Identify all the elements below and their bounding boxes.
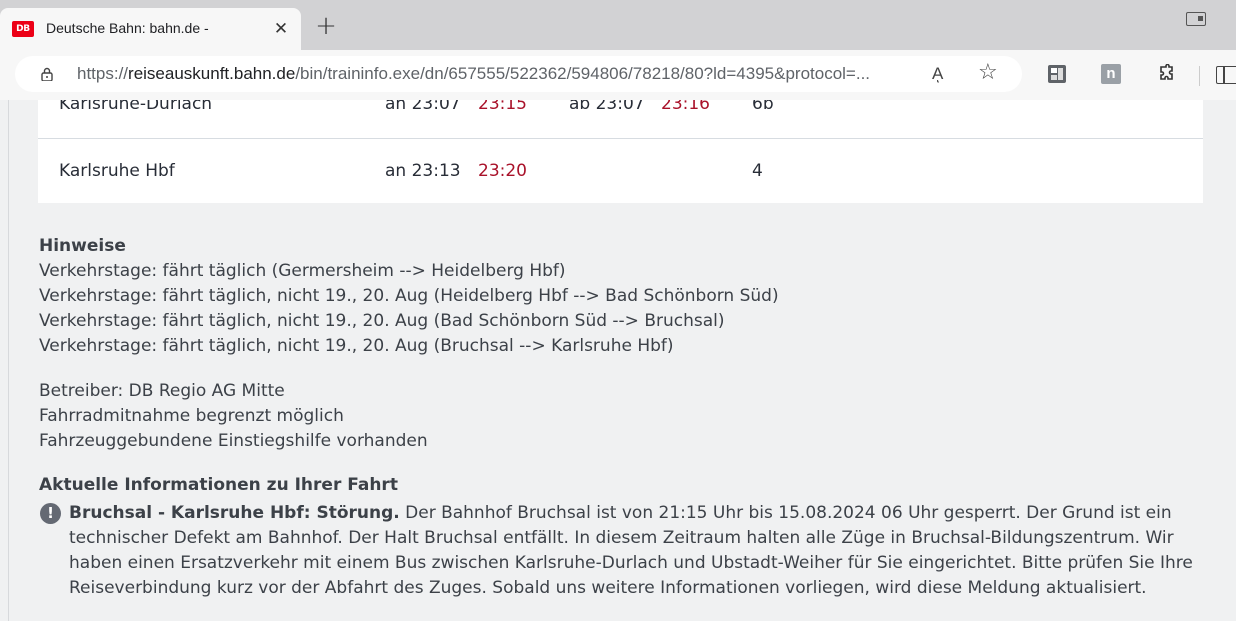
table-row: Karlsruhe-Durlach an 23:07 23:15 ab 23:0…: [38, 100, 1203, 138]
read-aloud-icon[interactable]: Aͅ: [932, 64, 943, 84]
operator-line: Fahrzeuggebundene Einstiegshilfe vorhand…: [39, 431, 428, 451]
extension-n-icon[interactable]: n: [1101, 64, 1121, 84]
alert-exclamation-icon: !: [40, 503, 61, 524]
close-tab-icon[interactable]: ✕: [270, 18, 292, 40]
address-bar[interactable]: https://reiseauskunft.bahn.de/bin/traini…: [15, 56, 1022, 92]
lock-icon[interactable]: [40, 67, 54, 81]
operator-line: Fahrradmitnahme begrenzt möglich: [39, 406, 344, 426]
arrival-realtime: 23:15: [478, 100, 527, 114]
tab-title: Deutsche Bahn: bahn.de -: [46, 20, 209, 36]
tab-strip: DB Deutsche Bahn: bahn.de - ✕ +: [0, 0, 1236, 50]
arrival-realtime: 23:20: [478, 161, 527, 181]
hints-section: Hinweise Verkehrstage: fährt täglich (Ge…: [39, 234, 779, 359]
current-info-heading: Aktuelle Informationen zu Ihrer Fahrt: [39, 475, 398, 495]
url-path: /bin/traininfo.exe/dn/657555/522362/5948…: [295, 64, 871, 83]
operator-line: Betreiber: DB Regio AG Mitte: [39, 381, 285, 401]
toolbar-divider: [1199, 66, 1200, 86]
stop-name: Karlsruhe-Durlach: [59, 100, 213, 114]
favorite-star-icon[interactable]: ☆: [978, 60, 998, 85]
browser-tab[interactable]: DB Deutsche Bahn: bahn.de - ✕: [0, 8, 301, 50]
url-domain: reiseauskunft.bahn.de: [128, 64, 296, 83]
alert-title: Bruchsal - Karlsruhe Hbf: Störung.: [69, 503, 400, 523]
hint-line: Verkehrstage: fährt täglich, nicht 19., …: [39, 311, 725, 331]
url-text[interactable]: https://reiseauskunft.bahn.de/bin/traini…: [77, 64, 912, 84]
hints-heading: Hinweise: [39, 236, 126, 256]
extensions-puzzle-icon[interactable]: [1156, 64, 1176, 84]
tab-actions-icon[interactable]: [1186, 12, 1206, 26]
departure-realtime: 23:16: [661, 100, 710, 114]
new-tab-icon[interactable]: +: [313, 13, 339, 40]
url-prefix: https://: [77, 64, 129, 83]
stop-name: Karlsruhe Hbf: [59, 161, 175, 181]
content-border: [8, 100, 9, 621]
hint-line: Verkehrstage: fährt täglich, nicht 19., …: [39, 336, 674, 356]
collections-icon[interactable]: [1047, 64, 1067, 84]
hint-line: Verkehrstage: fährt täglich (Germersheim…: [39, 261, 566, 281]
arrival-time: an 23:13: [385, 161, 461, 181]
stops-table: Karlsruhe-Durlach an 23:07 23:15 ab 23:0…: [38, 100, 1203, 203]
departure-time: ab 23:07: [569, 100, 645, 114]
db-favicon-icon: DB: [12, 21, 34, 37]
browser-toolbar: https://reiseauskunft.bahn.de/bin/traini…: [0, 50, 1236, 100]
page-content: Karlsruhe-Durlach an 23:07 23:15 ab 23:0…: [0, 100, 1236, 621]
split-screen-icon[interactable]: [1216, 66, 1236, 84]
track: 4: [752, 161, 763, 181]
track: 6b: [752, 100, 774, 114]
alert-message: Bruchsal - Karlsruhe Hbf: Störung. Der B…: [69, 501, 1209, 601]
operator-section: Betreiber: DB Regio AG Mitte Fahrradmitn…: [39, 379, 428, 454]
arrival-time: an 23:07: [385, 100, 461, 114]
table-row: Karlsruhe Hbf an 23:13 23:20 4: [38, 138, 1203, 203]
hint-line: Verkehrstage: fährt täglich, nicht 19., …: [39, 286, 779, 306]
